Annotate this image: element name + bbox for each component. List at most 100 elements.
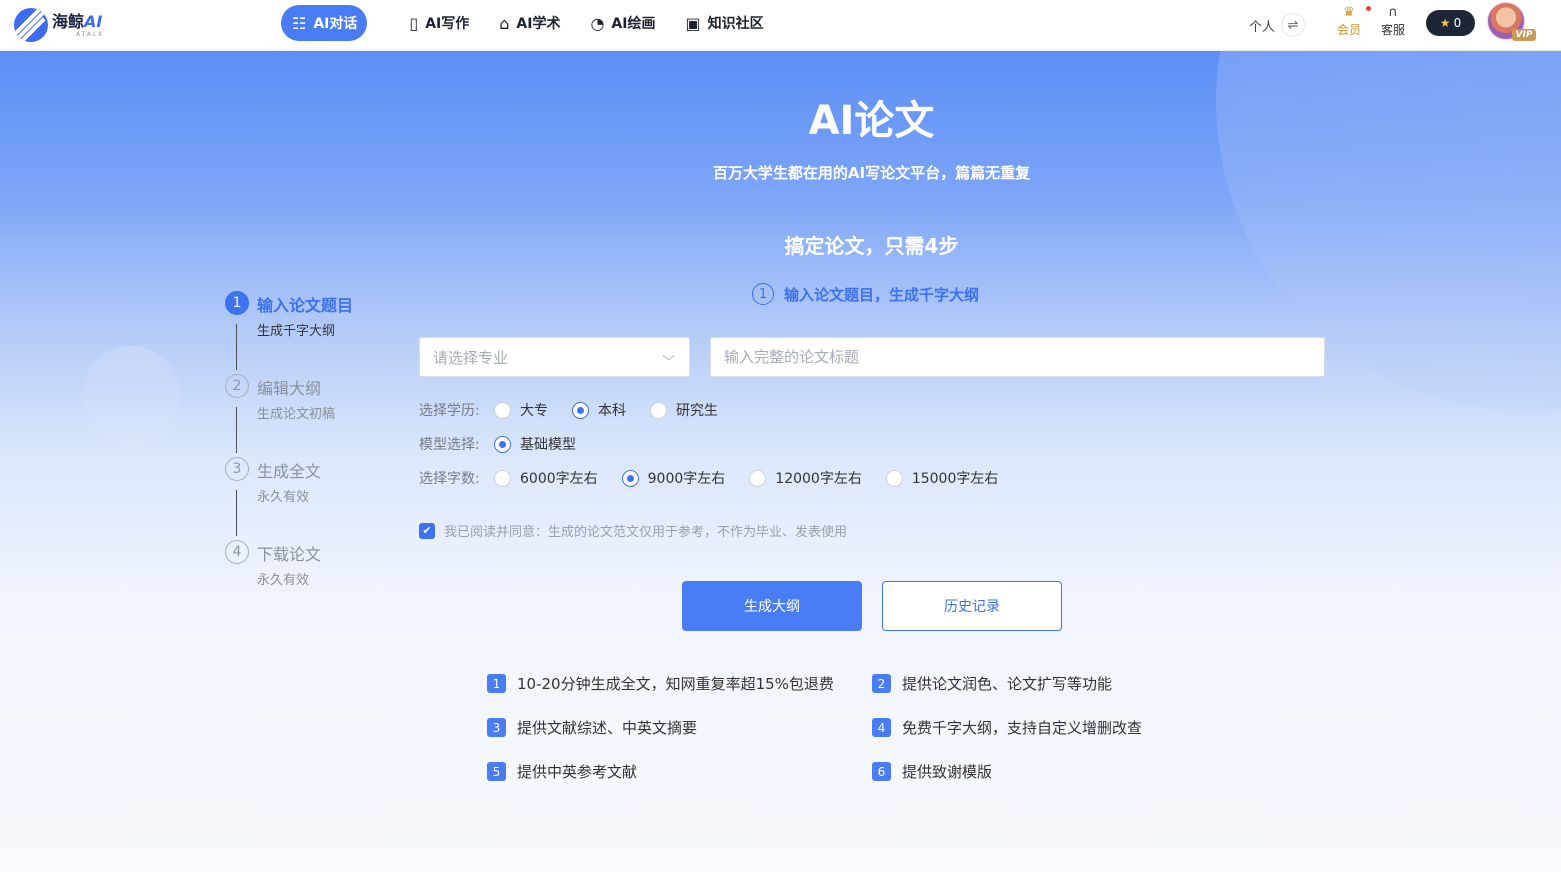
checkmark-icon[interactable]: ✔ xyxy=(419,522,435,539)
radio-circle xyxy=(494,401,511,419)
step-description: 永久有效 xyxy=(257,573,310,588)
education-label: 选择学历: xyxy=(419,403,480,419)
member-label: 会员 xyxy=(1336,23,1361,37)
headset-icon: ∩ xyxy=(1388,5,1398,20)
radio-circle xyxy=(494,469,511,487)
word-count-label: 选择字数: xyxy=(419,471,480,487)
feature-text: 提供中英参考文献 xyxy=(517,763,638,781)
radio-words-12000[interactable]: 12000字左右 xyxy=(749,468,862,488)
notebook-icon: ▯ xyxy=(409,13,419,33)
agreement-checkbox-row[interactable]: ✔ 我已阅读并同意：生成的论文范文仅用于参考，不作为毕业、发表使用 xyxy=(419,521,847,540)
radio-circle xyxy=(749,469,767,487)
agreement-text: 我已阅读并同意：生成的论文范文仅用于参考，不作为毕业、发表使用 xyxy=(444,525,848,540)
current-step-indicator: 1 输入论文题目，生成千字大纲 xyxy=(752,283,979,305)
nav-item-knowledge-community[interactable]: ▣ 知识社区 xyxy=(685,5,763,41)
personal-label: 个人 xyxy=(1249,19,1276,35)
nav-item-label: AI绘画 xyxy=(611,16,656,32)
main-nav: ☷ AI对话 ▯ AI写作 ⌂ AI学术 ◔ AI绘画 ▣ 知识社区 xyxy=(281,5,794,41)
radio-words-9000[interactable]: 9000字左右 xyxy=(621,468,726,488)
radio-circle xyxy=(572,401,589,419)
paper-title-field[interactable] xyxy=(710,337,1325,377)
radio-label: 6000字左右 xyxy=(520,471,598,487)
points-value: 0 xyxy=(1453,16,1462,30)
feature-number: 3 xyxy=(487,718,506,737)
feature-number: 1 xyxy=(487,674,506,693)
radio-education-junior-college[interactable]: 大专 xyxy=(494,400,548,420)
chevron-down-icon: ⌵ xyxy=(662,349,675,363)
radio-model-basic[interactable]: 基础模型 xyxy=(494,434,576,454)
current-step-text: 输入论文题目，生成千字大纲 xyxy=(784,285,980,304)
radio-circle xyxy=(494,435,511,453)
radio-circle xyxy=(621,469,639,487)
palette-icon: ◔ xyxy=(590,13,605,33)
nav-item-label: AI写作 xyxy=(425,16,470,32)
radio-circle xyxy=(885,469,903,487)
feature-item: 4 免费千字大纲，支持自定义增删改查 xyxy=(872,717,1142,738)
page-title: AI论文 xyxy=(808,98,935,144)
nav-item-label: 知识社区 xyxy=(707,16,764,32)
radio-education-graduate[interactable]: 研究生 xyxy=(650,400,718,420)
step-label: 下载论文 xyxy=(257,545,322,564)
model-options: 模型选择: 基础模型 xyxy=(419,434,600,454)
brand-name: 海鲸 xyxy=(52,11,85,31)
feature-item: 2 提供论文润色、论文扩写等功能 xyxy=(872,673,1112,694)
feature-item: 3 提供文献综述、中英文摘要 xyxy=(487,717,697,738)
feature-text: 10-20分钟生成全文，知网重复率超15%包退费 xyxy=(517,675,834,693)
swap-arrows-icon[interactable]: ⇌ xyxy=(1281,13,1306,37)
nav-item-label: AI对话 xyxy=(313,16,358,32)
step-label: 输入论文题目 xyxy=(257,296,354,315)
top-navigation-bar: 海鲸AI ATALK ☷ AI对话 ▯ AI写作 ⌂ AI学术 ◔ AI绘画 ▣… xyxy=(0,0,1561,51)
word-count-options: 选择字数: 6000字左右 9000字左右 12000字左右 15000字左右 xyxy=(419,468,1022,488)
brand-logo[interactable]: 海鲸AI ATALK xyxy=(14,6,104,44)
radio-words-15000[interactable]: 15000字左右 xyxy=(885,468,998,488)
personal-switch[interactable]: 个人 ⇌ xyxy=(1249,13,1306,37)
nav-item-ai-writing[interactable]: ▯ AI写作 xyxy=(409,5,469,41)
feature-number: 6 xyxy=(872,762,891,781)
feature-item: 1 10-20分钟生成全文，知网重复率超15%包退费 xyxy=(487,673,834,694)
step-description: 永久有效 xyxy=(257,490,310,505)
history-button[interactable]: 历史记录 xyxy=(882,581,1062,631)
nav-item-label: AI学术 xyxy=(516,16,561,32)
brand-tagline: ATALK xyxy=(76,30,105,38)
major-select[interactable]: 请选择专业 ⌵ xyxy=(419,337,690,377)
step-description: 生成论文初稿 xyxy=(257,407,336,422)
radio-words-6000[interactable]: 6000字左右 xyxy=(494,468,598,488)
step-connector xyxy=(236,324,237,370)
radio-label: 12000字左右 xyxy=(775,471,862,487)
brand-suffix: AI xyxy=(84,11,103,31)
step-number: 2 xyxy=(225,374,249,398)
chat-bubble-icon: ☷ xyxy=(292,13,307,33)
nav-item-ai-painting[interactable]: ◔ AI绘画 xyxy=(590,5,655,41)
feature-number: 4 xyxy=(872,718,891,737)
feature-text: 提供致谢模版 xyxy=(902,763,993,781)
customer-service-link[interactable]: ∩ 客服 xyxy=(1380,5,1406,38)
whale-logo-icon xyxy=(14,8,48,42)
step-label: 编辑大纲 xyxy=(257,379,322,398)
points-balance[interactable]: ★ 0 xyxy=(1426,10,1475,36)
feature-text: 提供论文润色、论文扩写等功能 xyxy=(902,675,1113,693)
radio-label: 9000字左右 xyxy=(647,471,726,487)
step-connector xyxy=(236,490,237,536)
major-select-placeholder: 请选择专业 xyxy=(433,348,509,367)
radio-circle xyxy=(650,401,667,419)
feature-number: 2 xyxy=(872,674,891,693)
feature-item: 5 提供中英参考文献 xyxy=(487,761,637,782)
member-link[interactable]: ♛ 会员 xyxy=(1336,5,1371,38)
notification-dot xyxy=(1366,6,1371,11)
model-label: 模型选择: xyxy=(419,437,480,453)
book-icon: ▣ xyxy=(685,13,701,33)
generate-outline-button[interactable]: 生成大纲 xyxy=(682,581,862,631)
radio-education-bachelor[interactable]: 本科 xyxy=(572,400,626,420)
step-number: 4 xyxy=(225,540,249,564)
nav-item-ai-chat[interactable]: ☷ AI对话 xyxy=(281,5,368,41)
feature-text: 提供文献综述、中英文摘要 xyxy=(517,719,698,737)
radio-label: 本科 xyxy=(598,403,626,419)
star-icon: ★ xyxy=(1439,16,1451,30)
step-description: 生成千字大纲 xyxy=(257,324,336,339)
feature-text: 免费千字大纲，支持自定义增删改查 xyxy=(902,719,1143,737)
paper-title-input[interactable] xyxy=(724,338,1324,376)
steps-heading: 搞定论文，只需4步 xyxy=(784,234,959,258)
radio-label: 大专 xyxy=(520,403,548,419)
page-subtitle: 百万大学生都在用的AI写论文平台，篇篇无重复 xyxy=(712,164,1031,182)
nav-item-ai-academic[interactable]: ⌂ AI学术 xyxy=(499,5,560,41)
